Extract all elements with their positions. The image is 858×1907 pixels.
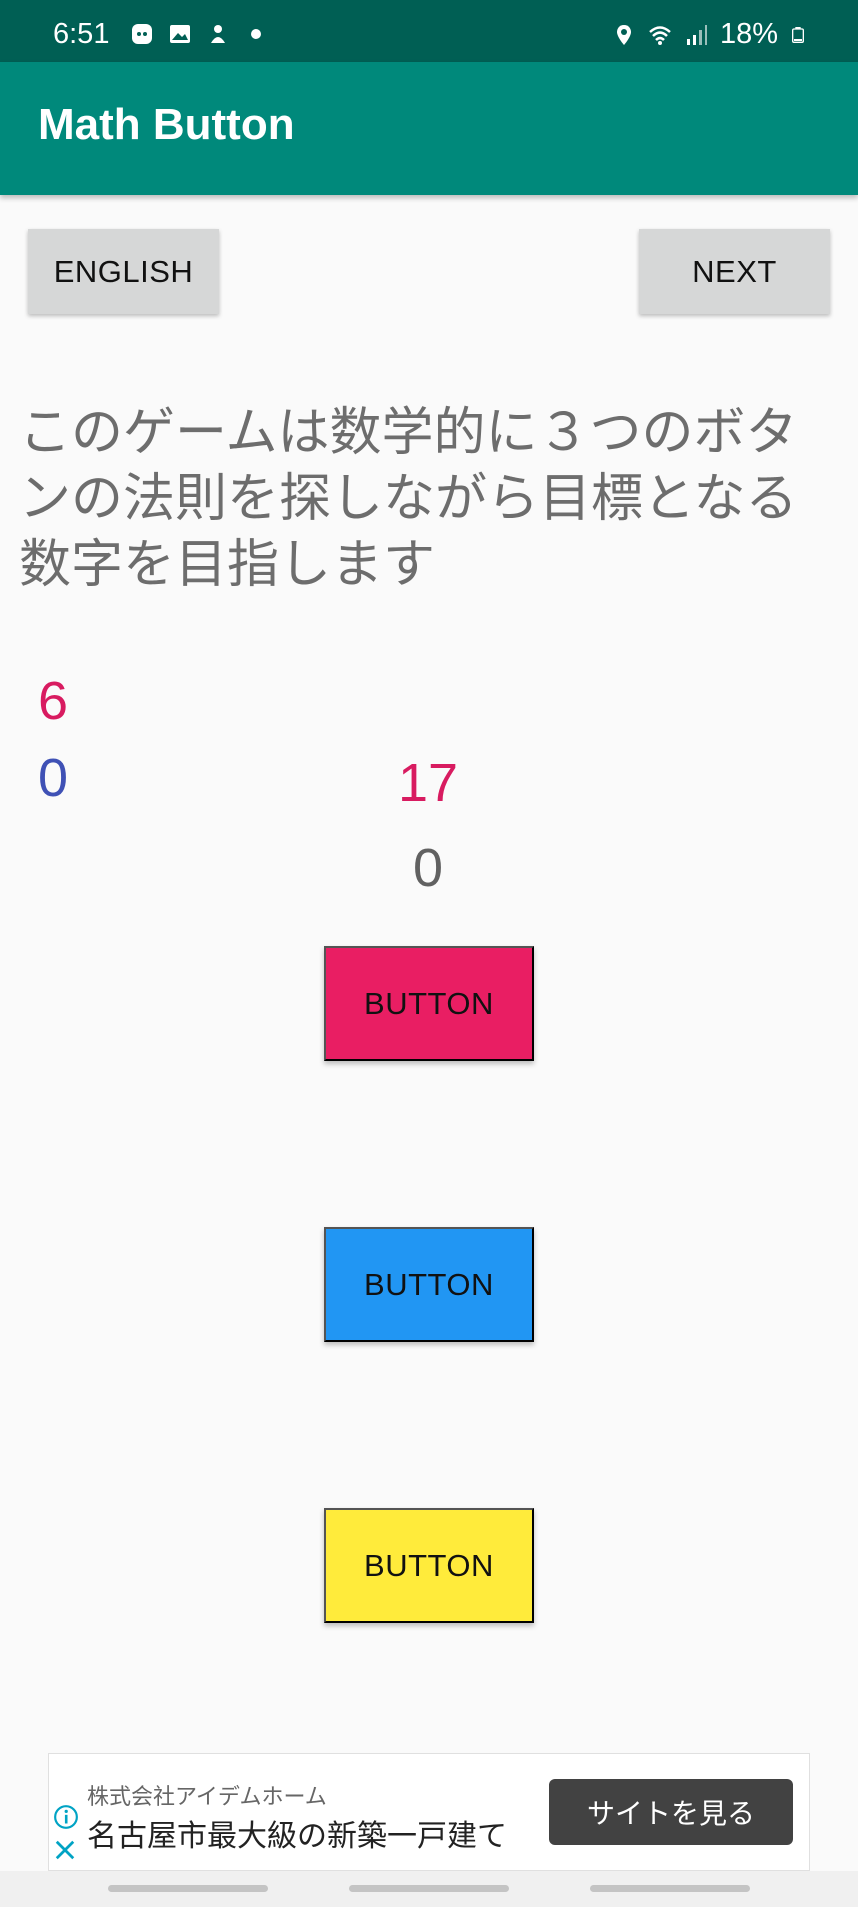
game-icon — [132, 24, 152, 44]
navigation-bar — [0, 1871, 858, 1907]
current-value: 0 — [413, 838, 444, 898]
blue-button[interactable]: BUTTON — [324, 1227, 534, 1342]
notification-icon — [211, 25, 225, 43]
pink-button[interactable]: BUTTON — [324, 946, 534, 1061]
close-icon[interactable] — [54, 1839, 76, 1861]
ad-company: 株式会社アイデムホーム — [87, 1785, 327, 1810]
target-number: 17 — [398, 753, 459, 813]
app-title: Math Button — [38, 100, 295, 149]
english-button[interactable]: ENGLISH — [28, 229, 219, 314]
info-icon[interactable] — [53, 1804, 79, 1830]
app-bar: Math Button — [0, 62, 858, 195]
status-bar: 6:51 18% — [0, 0, 858, 62]
nav-home[interactable] — [349, 1885, 509, 1892]
ad-headline: 名古屋市最大級の新築一戸建て — [87, 1819, 507, 1854]
visit-site-button[interactable]: サイトを見る — [549, 1779, 793, 1845]
image-icon — [170, 25, 190, 43]
signal-icon — [686, 24, 707, 45]
battery-icon — [792, 26, 804, 43]
next-button[interactable]: NEXT — [639, 229, 830, 314]
status-time: 6:51 — [53, 18, 110, 50]
nav-recent[interactable] — [108, 1885, 268, 1892]
ad-banner[interactable]: 株式会社アイデムホーム 名古屋市最大級の新築一戸建て サイトを見る — [48, 1753, 810, 1871]
dot-icon — [251, 29, 261, 39]
wifi-icon — [649, 25, 671, 45]
game-description: このゲームは数学的に３つのボタンの法則を探しながら目標となる数字を目指します — [19, 403, 798, 595]
location-icon — [616, 24, 631, 45]
status-right: 18% — [612, 18, 806, 51]
nav-back[interactable] — [590, 1885, 750, 1892]
battery-percent: 18% — [719, 18, 778, 50]
count-number-left: 0 — [38, 748, 69, 808]
yellow-button[interactable]: BUTTON — [324, 1508, 534, 1623]
status-left-icons — [130, 22, 268, 46]
target-number-left: 6 — [38, 671, 69, 731]
